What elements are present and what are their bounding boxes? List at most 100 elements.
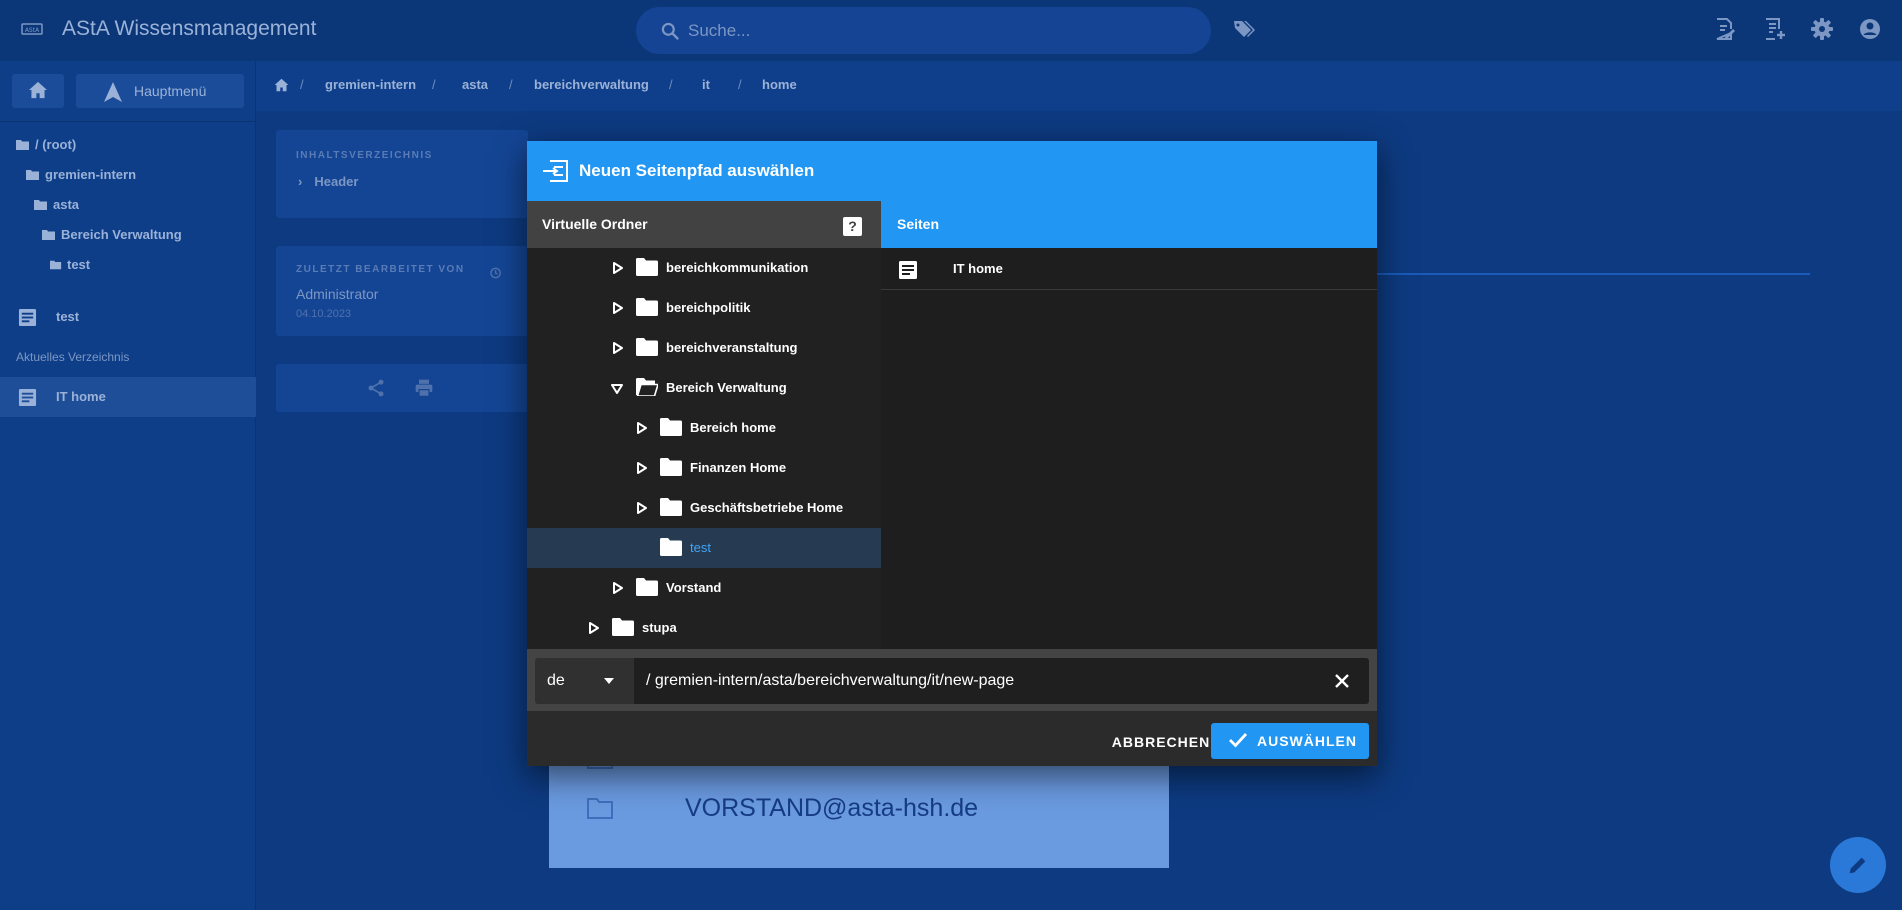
sidebar-tree-bereich-verwaltung[interactable]: Bereich Verwaltung (42, 227, 182, 242)
pencil-icon (1849, 857, 1866, 874)
path-value: / gremien-intern/asta/bereichverwaltung/… (646, 672, 1015, 689)
home-icon[interactable] (274, 78, 289, 92)
toc-card: INHALTSVERZEICHNIS › Header (276, 130, 528, 218)
folder-icon (660, 458, 682, 476)
folder-label: bereichkommunikation (666, 260, 809, 275)
dialog-header: Neuen Seitenpfad auswählen (527, 141, 1377, 201)
folder-label: Finanzen Home (690, 460, 787, 475)
breadcrumb-separator: / (509, 77, 513, 92)
toc-item-header[interactable]: › Header (298, 174, 358, 189)
chevron-right-icon: › (298, 174, 303, 189)
caret-right-icon[interactable] (613, 262, 623, 274)
breadcrumb-item[interactable]: bereichverwaltung (534, 77, 649, 92)
sidebar-page-test[interactable]: test (0, 297, 256, 337)
breadcrumb-separator: / (738, 77, 742, 92)
pages-header: Seiten (881, 201, 1377, 248)
page-icon (18, 388, 37, 407)
dialog-title: Neuen Seitenpfad auswählen (579, 161, 815, 180)
page-item[interactable]: IT home (881, 248, 1377, 290)
folder-open-icon (636, 378, 658, 396)
pages-pane: Seiten IT home (881, 201, 1377, 649)
breadcrumb-item[interactable]: gremien-intern (325, 77, 416, 92)
sidebar-page-it-home[interactable]: IT home (0, 377, 256, 417)
search-placeholder: Suche... (688, 21, 751, 40)
home-button[interactable] (12, 74, 64, 108)
main-menu-label: Hauptmenü (134, 83, 207, 99)
sidebar-tree-asta[interactable]: asta (34, 197, 79, 212)
page-label: IT home (953, 261, 1003, 276)
select-button[interactable]: AUSWÄHLEN (1211, 723, 1369, 759)
select-path-dialog: Neuen Seitenpfad auswählen Virtuelle Ord… (527, 141, 1377, 766)
path-input[interactable]: / gremien-intern/asta/bereichverwaltung/… (634, 658, 1369, 704)
sidebar-page-label: test (56, 309, 80, 324)
account-icon[interactable] (1858, 17, 1882, 41)
page-icon (899, 261, 917, 279)
edit-fab-button[interactable] (1830, 837, 1886, 893)
app-title: AStA Wissensmanagement (62, 17, 317, 40)
pages-title: Seiten (897, 216, 940, 232)
caret-down-icon[interactable] (611, 384, 623, 394)
edit-page-icon[interactable] (1712, 17, 1736, 41)
folder-icon (50, 260, 62, 270)
folder-item[interactable]: stupa (527, 608, 881, 648)
folder-icon (660, 538, 682, 556)
caret-right-icon[interactable] (589, 622, 599, 634)
folder-label: bereichveranstaltung (666, 340, 798, 355)
main-menu-button[interactable]: Hauptmenü (76, 74, 244, 108)
cancel-button[interactable]: ABBRECHEN (1095, 724, 1227, 760)
folder-item-expanded[interactable]: Bereich Verwaltung (527, 368, 881, 408)
caret-right-icon[interactable] (637, 422, 647, 434)
folder-icon (636, 258, 658, 276)
current-directory-label: Aktuelles Verzeichnis (16, 350, 130, 364)
folder-item[interactable]: Finanzen Home (527, 448, 881, 488)
caret-right-icon[interactable] (637, 502, 647, 514)
breadcrumb-separator: / (300, 77, 304, 92)
page-icon (18, 308, 37, 327)
folder-item[interactable]: Geschäftsbetriebe Home (527, 488, 881, 528)
folder-open-icon (42, 230, 55, 240)
folder-item[interactable]: bereichpolitik (527, 288, 881, 328)
caret-right-icon[interactable] (613, 582, 623, 594)
folder-open-icon (26, 170, 39, 180)
tags-icon[interactable] (1232, 17, 1256, 41)
app-bar: AStA AStA Wissensmanagement Suche... (0, 0, 1902, 61)
virtual-folders-pane: Virtuelle Ordner ? bereichkommunikation … (527, 201, 881, 649)
folder-label: bereichpolitik (666, 300, 751, 315)
breadcrumb-item[interactable]: it (702, 77, 710, 92)
help-button[interactable]: ? (843, 217, 862, 236)
folder-item[interactable]: Bereich home (527, 408, 881, 448)
virtual-folders-header: Virtuelle Ordner ? (527, 201, 881, 248)
breadcrumb-item[interactable]: home (762, 77, 797, 92)
locale-select[interactable]: de (535, 658, 634, 704)
clear-icon[interactable] (1335, 674, 1349, 688)
folder-label: Bereich home (690, 420, 776, 435)
new-page-icon[interactable] (1762, 17, 1786, 41)
folder-item-selected[interactable]: test (527, 528, 881, 568)
breadcrumb-separator: / (669, 77, 673, 92)
breadcrumb-item[interactable]: asta (462, 77, 488, 92)
folder-item[interactable]: bereichkommunikation (527, 248, 881, 288)
search-input[interactable]: Suche... (636, 7, 1211, 54)
sidebar-tree-root[interactable]: / (root) (16, 137, 76, 152)
folder-label: test (690, 540, 711, 555)
folder-open-icon (34, 200, 47, 210)
settings-icon[interactable] (1810, 17, 1834, 41)
actions-card (276, 364, 528, 412)
folder-icon (636, 298, 658, 316)
history-icon[interactable] (488, 266, 502, 280)
dialog-actions: ABBRECHEN AUSWÄHLEN (527, 711, 1377, 766)
folder-label: stupa (642, 620, 677, 635)
last-edited-author: Administrator (296, 286, 379, 302)
caret-right-icon[interactable] (613, 302, 623, 314)
caret-right-icon[interactable] (637, 462, 647, 474)
folder-item[interactable]: bereichveranstaltung (527, 328, 881, 368)
folder-item[interactable]: Vorstand (527, 568, 881, 608)
virtual-folders-title: Virtuelle Ordner (542, 216, 648, 232)
sidebar-tree-test[interactable]: test (50, 257, 90, 272)
email-label: VORSTAND@asta-hsh.de (685, 794, 979, 822)
sidebar-tree-gremien-intern[interactable]: gremien-intern (26, 167, 136, 182)
share-icon[interactable] (366, 378, 386, 398)
locale-value: de (547, 672, 565, 689)
print-icon[interactable] (414, 378, 434, 398)
caret-right-icon[interactable] (613, 342, 623, 354)
